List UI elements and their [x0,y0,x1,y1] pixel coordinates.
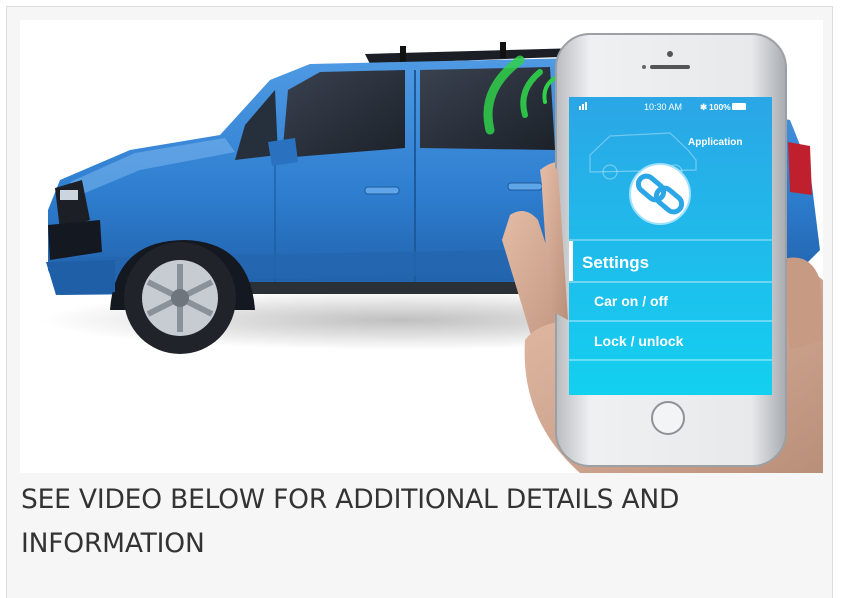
video-caption: SEE VIDEO BELOW FOR ADDITIONAL DETAILS A… [21,484,680,559]
menu-item-car-on-off[interactable]: Car on / off [569,283,772,322]
camera-icon [667,51,673,57]
menu-item-lock-unlock[interactable]: Lock / unlock [569,322,772,361]
settings-label: Settings [582,253,649,272]
battery-icon [732,103,746,110]
hero-illustration: 10:30 AM ✱ 100% Application Settings Car… [40,33,823,473]
bluetooth-icon: ✱ [700,102,708,112]
smartphone: 10:30 AM ✱ 100% Application Settings Car… [555,33,787,467]
battery-percent: 100% [709,102,731,112]
menu-item-label: Lock / unlock [594,333,684,349]
home-button[interactable] [651,401,685,435]
menu-item-label: Car on / off [594,293,668,309]
app-label: Application [688,137,742,148]
speaker-grille [650,65,690,69]
product-hero-image: 10:30 AM ✱ 100% Application Settings Car… [20,20,823,473]
status-time: 10:30 AM [644,102,682,112]
connect-button[interactable] [629,163,691,225]
